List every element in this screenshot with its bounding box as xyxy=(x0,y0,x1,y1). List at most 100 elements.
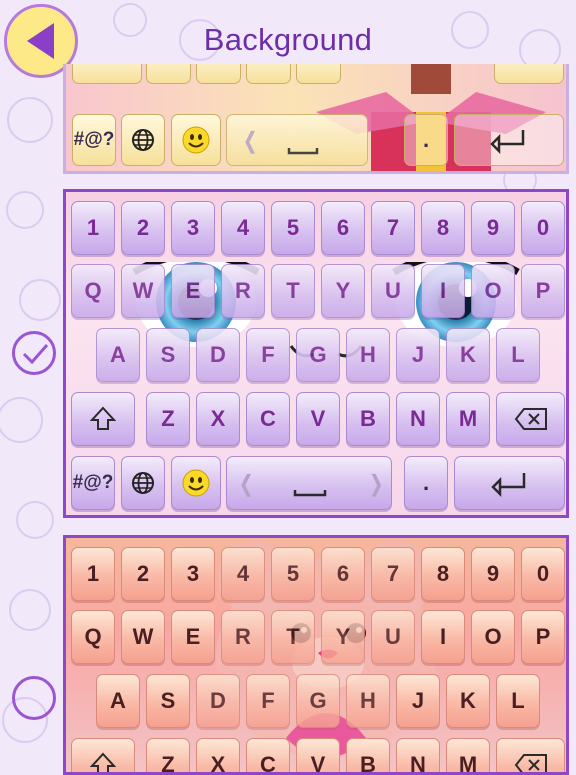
key-5[interactable]: 5 xyxy=(271,201,315,255)
key-d[interactable]: D xyxy=(196,674,240,728)
key-i[interactable]: I xyxy=(421,610,465,664)
space-key[interactable]: ❬ ❭ xyxy=(226,456,392,510)
key-f[interactable]: F xyxy=(246,674,290,728)
key-3[interactable]: 3 xyxy=(171,547,215,601)
key-m[interactable]: M xyxy=(446,738,490,772)
key-x[interactable]: X xyxy=(196,738,240,772)
key-3[interactable]: 3 xyxy=(171,201,215,255)
key-8[interactable]: 8 xyxy=(421,201,465,255)
key-w[interactable]: W xyxy=(121,610,165,664)
shift-key[interactable] xyxy=(71,392,135,446)
key-4[interactable]: 4 xyxy=(221,547,265,601)
key-i[interactable]: I xyxy=(421,264,465,318)
key-u[interactable]: U xyxy=(371,610,415,664)
key-d[interactable]: D xyxy=(196,328,240,382)
key-y[interactable]: Y xyxy=(321,610,365,664)
key-l[interactable]: L xyxy=(496,328,540,382)
keyboard-theme-option-1[interactable]: #@? ❬ . xyxy=(63,64,569,174)
key-v[interactable]: V xyxy=(296,738,340,772)
key-o[interactable]: O xyxy=(471,264,515,318)
return-icon xyxy=(490,473,525,497)
symbols-key[interactable]: #@? xyxy=(72,114,116,166)
key-z[interactable]: Z xyxy=(146,738,190,772)
symbols-key[interactable]: #@? xyxy=(71,456,115,510)
key-0[interactable]: 0 xyxy=(521,547,565,601)
period-key[interactable]: . xyxy=(404,114,448,166)
key-7[interactable]: 7 xyxy=(371,547,415,601)
key-b[interactable]: B xyxy=(346,738,390,772)
key-6[interactable]: 6 xyxy=(321,547,365,601)
shift-key[interactable] xyxy=(71,738,135,772)
key-7[interactable]: 7 xyxy=(371,201,415,255)
backspace-icon xyxy=(514,408,547,430)
key-t[interactable]: T xyxy=(271,264,315,318)
space-key[interactable]: ❬ xyxy=(226,114,368,166)
key-h[interactable]: H xyxy=(346,674,390,728)
key-e[interactable]: E xyxy=(171,264,215,318)
period-key[interactable]: . xyxy=(404,456,448,510)
key-j[interactable]: J xyxy=(396,674,440,728)
svg-text:❬: ❬ xyxy=(237,471,255,497)
select-radio-keyboard-3[interactable] xyxy=(12,676,56,720)
globe-key[interactable] xyxy=(121,114,165,166)
key-c[interactable]: C xyxy=(246,392,290,446)
key-9[interactable]: 9 xyxy=(471,547,515,601)
key-p[interactable]: P xyxy=(521,610,565,664)
emoji-key[interactable] xyxy=(171,114,221,166)
key-s[interactable]: S xyxy=(146,674,190,728)
key-u[interactable]: U xyxy=(371,264,415,318)
key-top-partial xyxy=(494,64,564,84)
key-q[interactable]: Q xyxy=(71,610,115,664)
key-1[interactable]: 1 xyxy=(71,547,115,601)
select-radio-keyboard-2[interactable] xyxy=(12,331,56,375)
key-n[interactable]: N xyxy=(396,392,440,446)
key-0[interactable]: 0 xyxy=(521,201,565,255)
emoji-key[interactable] xyxy=(171,456,221,510)
key-b[interactable]: B xyxy=(346,392,390,446)
key-a[interactable]: A xyxy=(96,674,140,728)
key-g[interactable]: G xyxy=(296,674,340,728)
key-w[interactable]: W xyxy=(121,264,165,318)
key-top-partial xyxy=(296,64,341,84)
key-2[interactable]: 2 xyxy=(121,201,165,255)
key-q[interactable]: Q xyxy=(71,264,115,318)
key-s[interactable]: S xyxy=(146,328,190,382)
key-5[interactable]: 5 xyxy=(271,547,315,601)
backspace-key[interactable] xyxy=(496,738,565,772)
key-8[interactable]: 8 xyxy=(421,547,465,601)
key-2[interactable]: 2 xyxy=(121,547,165,601)
key-j[interactable]: J xyxy=(396,328,440,382)
key-k[interactable]: K xyxy=(446,328,490,382)
key-o[interactable]: O xyxy=(471,610,515,664)
key-top-partial xyxy=(146,64,191,84)
keyboard-theme-option-2[interactable]: 1 2 3 4 5 6 7 8 9 0 Q W E R T Y U I O P … xyxy=(63,189,569,518)
key-r[interactable]: R xyxy=(221,610,265,664)
return-key[interactable] xyxy=(454,456,565,510)
key-l[interactable]: L xyxy=(496,674,540,728)
key-a[interactable]: A xyxy=(96,328,140,382)
key-1[interactable]: 1 xyxy=(71,201,115,255)
key-t[interactable]: T xyxy=(271,610,315,664)
key-6[interactable]: 6 xyxy=(321,201,365,255)
key-n[interactable]: N xyxy=(396,738,440,772)
key-f[interactable]: F xyxy=(246,328,290,382)
globe-key[interactable] xyxy=(121,456,165,510)
key-4[interactable]: 4 xyxy=(221,201,265,255)
key-top-partial xyxy=(72,64,142,84)
key-v[interactable]: V xyxy=(296,392,340,446)
key-e[interactable]: E xyxy=(171,610,215,664)
key-y[interactable]: Y xyxy=(321,264,365,318)
key-r[interactable]: R xyxy=(221,264,265,318)
key-z[interactable]: Z xyxy=(146,392,190,446)
key-k[interactable]: K xyxy=(446,674,490,728)
key-9[interactable]: 9 xyxy=(471,201,515,255)
keyboard-theme-option-3[interactable]: 1 2 3 4 5 6 7 8 9 0 Q W E R T Y U I O P … xyxy=(63,535,569,775)
key-x[interactable]: X xyxy=(196,392,240,446)
key-g[interactable]: G xyxy=(296,328,340,382)
key-p[interactable]: P xyxy=(521,264,565,318)
return-key[interactable] xyxy=(454,114,564,166)
key-c[interactable]: C xyxy=(246,738,290,772)
key-h[interactable]: H xyxy=(346,328,390,382)
key-m[interactable]: M xyxy=(446,392,490,446)
backspace-key[interactable] xyxy=(496,392,565,446)
